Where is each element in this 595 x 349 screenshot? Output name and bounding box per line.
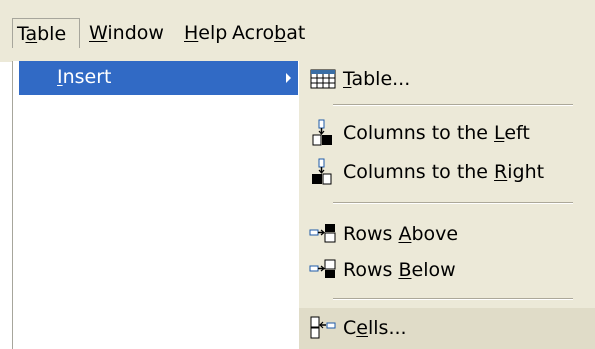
submenu-arrow-icon <box>286 73 291 83</box>
insert-submenu: Table... Columns to the Left Columns to … <box>299 62 595 349</box>
menu-bar: Table Window Help Acrobat <box>0 0 595 62</box>
submenu-item-columns-right[interactable]: Columns to the Right <box>299 155 595 189</box>
menu-table-label-post: ble <box>37 23 67 45</box>
menu-acrobat-label-post: at <box>286 22 306 44</box>
table-grid-icon <box>310 69 336 89</box>
table-dropdown-menu: Insert <box>12 61 299 349</box>
menu-help[interactable]: Help <box>180 18 231 48</box>
submenu-label: Rows Below <box>343 253 456 287</box>
submenu-item-columns-left[interactable]: Columns to the Left <box>299 116 595 150</box>
cells-icon <box>310 316 336 339</box>
menu-acrobat-label-pre: Acro <box>232 22 275 44</box>
insert-label: Insert <box>57 61 112 93</box>
submenu-label: Columns to the Left <box>343 116 530 150</box>
submenu-item-cells[interactable]: Cells... <box>299 308 595 349</box>
label-pre: Rows <box>343 259 399 281</box>
menu-separator <box>333 104 573 106</box>
insert-label-post: nsert <box>62 66 112 88</box>
submenu-item-rows-above[interactable]: Rows Above <box>299 217 595 251</box>
menu-window[interactable]: Window <box>85 18 168 48</box>
submenu-label: Table... <box>343 62 410 96</box>
menu-help-label-post: elp <box>198 22 228 44</box>
accelerator: R <box>494 161 508 183</box>
submenu-item-table[interactable]: Table... <box>299 62 595 96</box>
columns-left-icon <box>312 119 332 146</box>
label-pre: Columns to the <box>343 161 495 183</box>
menu-acrobat[interactable]: Acrobat <box>228 18 309 48</box>
rows-above-icon <box>309 224 336 243</box>
accelerator: L <box>494 122 505 144</box>
submenu-label: Rows Above <box>343 217 458 251</box>
label-post: lls... <box>367 317 407 339</box>
submenu-label: Cells... <box>343 308 407 349</box>
label-pre: C <box>343 317 357 339</box>
columns-right-icon <box>312 158 332 185</box>
accelerator: B <box>398 259 412 281</box>
menu-table[interactable]: Table <box>12 18 80 48</box>
submenu-item-rows-below[interactable]: Rows Below <box>299 253 595 287</box>
menu-help-accelerator: H <box>184 22 199 44</box>
accelerator: e <box>356 317 368 339</box>
rows-below-icon <box>309 259 336 278</box>
menu-window-label-post: indow <box>107 22 164 44</box>
label-pre: Rows <box>343 223 399 245</box>
menu-acrobat-accelerator: b <box>274 22 287 44</box>
label-post: able... <box>351 68 411 90</box>
label-pre: Columns to the <box>343 122 495 144</box>
menu-separator <box>333 202 573 204</box>
label-post: bove <box>411 223 459 245</box>
menu-window-accelerator: W <box>89 22 108 44</box>
accelerator: A <box>398 223 412 245</box>
menu-table-accelerator: a <box>25 23 38 45</box>
menu-separator <box>333 298 573 300</box>
label-post: ight <box>507 161 545 183</box>
submenu-label: Columns to the Right <box>343 155 544 189</box>
insert-menu-item[interactable]: Insert <box>19 61 298 95</box>
label-post: elow <box>411 259 456 281</box>
label-post: eft <box>504 122 530 144</box>
